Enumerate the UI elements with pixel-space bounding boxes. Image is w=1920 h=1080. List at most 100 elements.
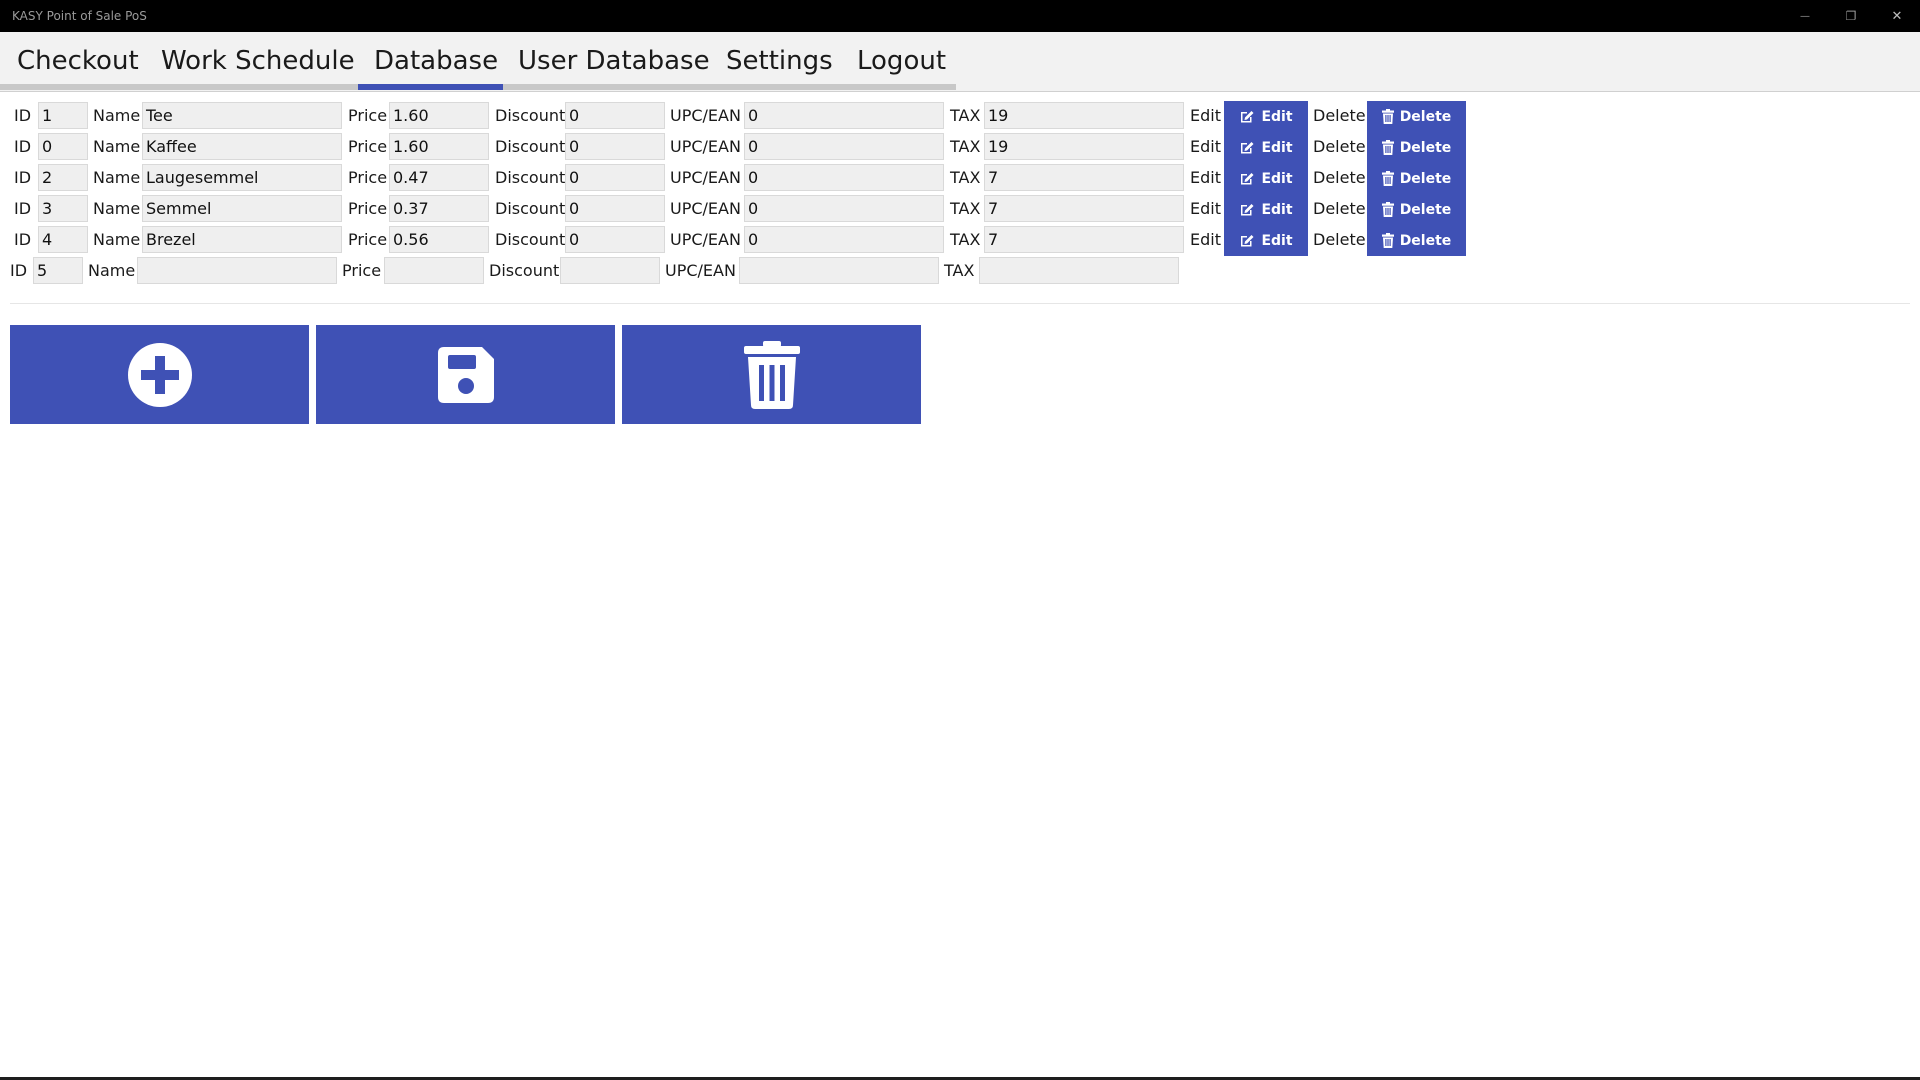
delete-button[interactable]: Delete — [1367, 163, 1466, 194]
upc-field[interactable]: 0 — [744, 164, 944, 191]
edit-button-label: Edit — [1261, 139, 1293, 156]
menu-user-database[interactable]: User Database — [518, 32, 710, 92]
add-product-button[interactable] — [10, 325, 309, 424]
edit-button[interactable]: Edit — [1224, 194, 1308, 225]
menu-underline — [0, 84, 358, 90]
save-icon — [437, 346, 494, 403]
edit-button[interactable]: Edit — [1224, 225, 1308, 256]
new-tax-field[interactable] — [979, 257, 1179, 284]
id-field[interactable]: 0 — [38, 133, 88, 160]
price-field[interactable]: 0.37 — [389, 195, 489, 222]
name-label: Name — [93, 168, 141, 187]
delete-button-label: Delete — [1399, 108, 1452, 125]
menu-underline-active — [358, 84, 503, 90]
tax-label: TAX — [944, 261, 975, 280]
discount-label: Discount — [495, 168, 566, 187]
upc-field[interactable]: 0 — [744, 226, 944, 253]
delete-button[interactable]: Delete — [1367, 101, 1466, 132]
delete-button[interactable]: Delete — [1367, 225, 1466, 256]
id-label: ID — [14, 137, 32, 156]
upc-label: UPC/EAN — [670, 230, 741, 249]
name-label: Name — [93, 106, 141, 125]
name-field[interactable]: Laugesemmel — [142, 164, 342, 191]
delete-button-label: Delete — [1399, 232, 1452, 249]
delete-button-label: Delete — [1399, 139, 1452, 156]
name-field[interactable]: Kaffee — [142, 133, 342, 160]
trash-icon — [1381, 140, 1394, 155]
delete-all-button[interactable] — [622, 325, 921, 424]
discount-label: Discount — [495, 106, 566, 125]
discount-label: Discount — [489, 261, 560, 280]
edit-button[interactable]: Edit — [1224, 132, 1308, 163]
tax-field[interactable]: 7 — [984, 226, 1184, 253]
minimize-icon: — — [1800, 10, 1810, 22]
title-bar: KASY Point of Sale PoS — ❐ ✕ — [0, 0, 1920, 32]
menu-database[interactable]: Database — [374, 32, 498, 92]
discount-field[interactable]: 0 — [565, 226, 665, 253]
discount-label: Discount — [495, 199, 566, 218]
menu-checkout[interactable]: Checkout — [17, 32, 139, 92]
name-field[interactable]: Tee — [142, 102, 342, 129]
edit-icon — [1241, 142, 1254, 154]
plus-circle-icon — [127, 342, 192, 407]
maximize-button[interactable]: ❐ — [1828, 0, 1874, 32]
new-upc-field[interactable] — [739, 257, 939, 284]
name-label: Name — [93, 230, 141, 249]
id-label: ID — [14, 230, 32, 249]
upc-field[interactable]: 0 — [744, 102, 944, 129]
menu-work-schedule[interactable]: Work Schedule — [161, 32, 355, 92]
upc-label: UPC/EAN — [670, 106, 741, 125]
minimize-button[interactable]: — — [1782, 0, 1828, 32]
menu-settings[interactable]: Settings — [726, 32, 833, 92]
discount-field[interactable]: 0 — [565, 164, 665, 191]
edit-button-label: Edit — [1261, 108, 1293, 125]
close-button[interactable]: ✕ — [1874, 0, 1920, 32]
id-field[interactable]: 1 — [38, 102, 88, 129]
new-name-field[interactable] — [137, 257, 337, 284]
edit-button[interactable]: Edit — [1224, 101, 1308, 132]
upc-label: UPC/EAN — [665, 261, 736, 280]
edit-icon — [1241, 173, 1254, 185]
tax-field[interactable]: 19 — [984, 102, 1184, 129]
delete-button[interactable]: Delete — [1367, 132, 1466, 163]
upc-field[interactable]: 0 — [744, 195, 944, 222]
name-field[interactable]: Semmel — [142, 195, 342, 222]
discount-field[interactable]: 0 — [565, 195, 665, 222]
upc-field[interactable]: 0 — [744, 133, 944, 160]
save-button[interactable] — [316, 325, 615, 424]
new-discount-field[interactable] — [560, 257, 660, 284]
tax-field[interactable]: 7 — [984, 195, 1184, 222]
tax-label: TAX — [950, 168, 981, 187]
new-price-field[interactable] — [384, 257, 484, 284]
delete-button[interactable]: Delete — [1367, 194, 1466, 225]
trash-icon — [1381, 202, 1394, 217]
menu-underline — [503, 84, 710, 90]
menu-logout[interactable]: Logout — [857, 32, 946, 92]
edit-button-label: Edit — [1261, 201, 1293, 218]
id-field[interactable]: 4 — [38, 226, 88, 253]
new-id-field[interactable]: 5 — [33, 257, 83, 284]
edit-button[interactable]: Edit — [1224, 163, 1308, 194]
tax-field[interactable]: 19 — [984, 133, 1184, 160]
price-field[interactable]: 1.60 — [389, 133, 489, 160]
id-label: ID — [14, 106, 32, 125]
id-field[interactable]: 3 — [38, 195, 88, 222]
upc-label: UPC/EAN — [670, 137, 741, 156]
id-field[interactable]: 2 — [38, 164, 88, 191]
delete-label: Delete — [1313, 168, 1366, 187]
id-label: ID — [14, 199, 32, 218]
tax-field[interactable]: 7 — [984, 164, 1184, 191]
price-field[interactable]: 0.56 — [389, 226, 489, 253]
tax-label: TAX — [950, 199, 981, 218]
trash-icon — [1381, 171, 1394, 186]
restore-icon: ❐ — [1845, 9, 1857, 23]
discount-field[interactable]: 0 — [565, 102, 665, 129]
name-field[interactable]: Brezel — [142, 226, 342, 253]
price-label: Price — [348, 230, 388, 249]
discount-label: Discount — [495, 137, 566, 156]
name-label: Name — [93, 199, 141, 218]
price-field[interactable]: 1.60 — [389, 102, 489, 129]
discount-field[interactable]: 0 — [565, 133, 665, 160]
divider — [10, 303, 1910, 304]
price-field[interactable]: 0.47 — [389, 164, 489, 191]
